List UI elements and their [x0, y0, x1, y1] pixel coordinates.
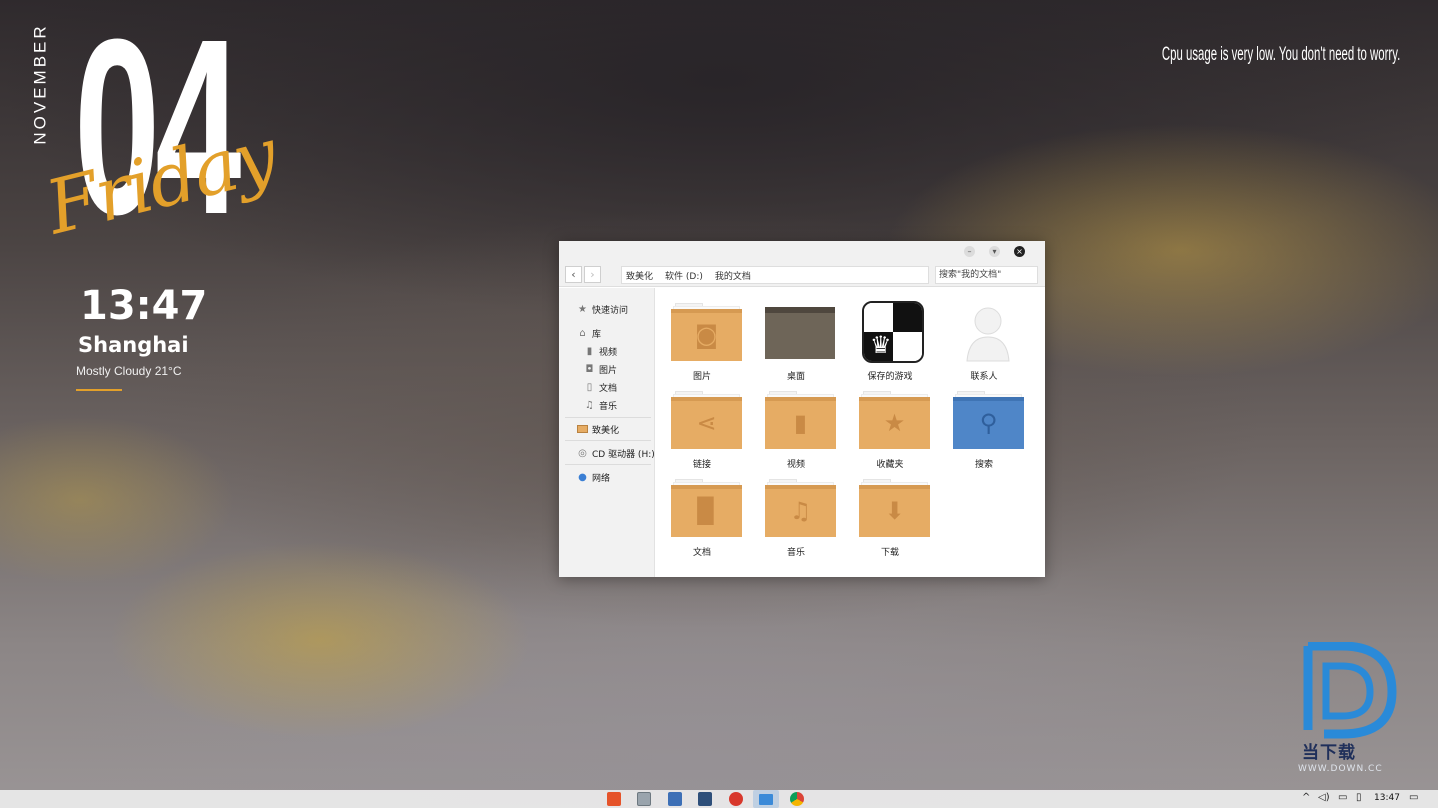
document-icon: ▉: [697, 497, 716, 525]
title-bar[interactable]: – ▾ ×: [559, 241, 1045, 263]
home-icon: ⌂: [579, 327, 586, 339]
folder-icon: [577, 425, 588, 433]
city-name: Shanghai: [78, 333, 189, 357]
folder-item-downloads[interactable]: ⬇ 下载: [847, 467, 933, 558]
music-icon: ♫: [789, 497, 812, 525]
chrome-icon[interactable]: [790, 792, 804, 806]
forward-button[interactable]: ›: [584, 266, 601, 283]
breadcrumb-item[interactable]: 软件 (D:): [661, 269, 711, 282]
battery-icon[interactable]: ▯: [1356, 792, 1362, 803]
back-button[interactable]: ‹: [565, 266, 582, 283]
sidebar-item-videos[interactable]: ▮ 视频: [584, 343, 617, 359]
camera-icon: ◘: [585, 363, 594, 375]
sidebar-item-network[interactable]: ● 网络: [577, 469, 610, 485]
star-icon: ★: [578, 303, 587, 315]
folder-item-videos[interactable]: ▮ 视频: [753, 379, 839, 470]
maximize-icon[interactable]: ▾: [989, 246, 1000, 257]
video-icon: ▮: [586, 345, 593, 357]
breadcrumb-item[interactable]: 致美化: [622, 269, 661, 282]
watermark-url: WWW.DOWN.CC: [1298, 764, 1383, 774]
address-bar[interactable]: 致美化 软件 (D:) 我的文档: [621, 266, 929, 284]
folder-item-contacts[interactable]: 联系人: [941, 291, 1027, 382]
navigation-pane: ★ 快速访问 ⌂ 库 ▮ 视频 ◘ 图片 ▯ 文档 ♫ 音乐 致美化 ◎ CD …: [559, 288, 655, 577]
terminal-icon[interactable]: [698, 792, 712, 806]
file-list: ◙ 图片 桌面 ♛ 保存的游戏 联系人 ⋖ 链接 ▮ 视频 ★ 收藏夹 ⚲ 搜索…: [656, 288, 1045, 577]
camera-icon: ◙: [694, 321, 719, 349]
clock-time: 13:47: [80, 283, 208, 329]
star-icon: ★: [883, 409, 906, 437]
chevron-up-icon[interactable]: ^: [1302, 792, 1310, 803]
file-explorer-window: – ▾ × ‹ › 致美化 软件 (D:) 我的文档 搜索"我的文档" ★ 快速…: [559, 241, 1045, 577]
share-icon: ⋖: [696, 409, 717, 437]
minimize-icon[interactable]: –: [964, 246, 975, 257]
volume-icon[interactable]: ◁): [1318, 792, 1330, 803]
chess-icon: ♛: [862, 301, 924, 363]
sidebar-divider: [565, 464, 651, 465]
weather-text: Mostly Cloudy 21°C: [76, 364, 182, 378]
watermark-logo: [1303, 642, 1397, 739]
sidebar-item-quick-access[interactable]: ★ 快速访问: [577, 301, 628, 317]
network-icon[interactable]: ▭: [1338, 792, 1347, 803]
record-icon[interactable]: [729, 792, 743, 806]
file-icon[interactable]: [668, 792, 682, 806]
folder-item-links[interactable]: ⋖ 链接: [659, 379, 745, 470]
watermark-text: 当下载: [1302, 743, 1356, 763]
folder-item-pictures[interactable]: ◙ 图片: [659, 291, 745, 382]
office-icon[interactable]: [607, 792, 621, 806]
folder-icon: [759, 794, 773, 805]
music-icon: ♫: [585, 399, 594, 411]
folder-item-searches[interactable]: ⚲ 搜索: [941, 379, 1027, 470]
sidebar-item-cd-drive[interactable]: ◎ CD 驱动器 (H:): [577, 445, 655, 461]
sidebar-item-user-folder[interactable]: 致美化: [577, 421, 619, 437]
notification-icon[interactable]: ▭: [1409, 792, 1418, 803]
taskbar-clock[interactable]: 13:47: [1374, 793, 1400, 803]
desktop-icon: [765, 307, 835, 359]
document-icon: ▯: [586, 381, 593, 393]
search-input[interactable]: 搜索"我的文档": [935, 266, 1038, 284]
download-icon: ⬇: [884, 497, 905, 525]
folder-item-saved-games[interactable]: ♛ 保存的游戏: [847, 291, 933, 382]
sidebar-divider: [565, 440, 651, 441]
folder-item-favorites[interactable]: ★ 收藏夹: [847, 379, 933, 470]
video-icon: ▮: [793, 409, 808, 437]
tile-icon[interactable]: [637, 792, 651, 806]
folder-item-music[interactable]: ♫ 音乐: [753, 467, 839, 558]
globe-icon: ●: [578, 471, 587, 483]
close-icon[interactable]: ×: [1014, 246, 1025, 257]
contact-icon: [966, 307, 1010, 362]
sidebar-item-pictures[interactable]: ◘ 图片: [584, 361, 617, 377]
folder-item-documents[interactable]: ▉ 文档: [659, 467, 745, 558]
sidebar-item-library[interactable]: ⌂ 库: [577, 325, 601, 341]
sidebar-item-documents[interactable]: ▯ 文档: [584, 379, 617, 395]
disc-icon: ◎: [578, 447, 587, 459]
search-icon: ⚲: [979, 409, 998, 437]
breadcrumb-item[interactable]: 我的文档: [711, 269, 759, 282]
sidebar-divider: [565, 417, 651, 418]
taskbar: ^ ◁) ▭ ▯ 13:47 ▭: [0, 790, 1438, 808]
folder-item-desktop[interactable]: 桌面: [753, 291, 839, 382]
month-label: NOVEMBER: [31, 23, 51, 145]
cpu-usage-note: Cpu usage is very low. You don't need to…: [1161, 44, 1400, 65]
navigation-bar: ‹ › 致美化 软件 (D:) 我的文档 搜索"我的文档": [559, 263, 1045, 287]
sidebar-item-music[interactable]: ♫ 音乐: [584, 397, 617, 413]
taskbar-explorer-active[interactable]: [753, 790, 779, 808]
accent-divider: [76, 389, 122, 391]
